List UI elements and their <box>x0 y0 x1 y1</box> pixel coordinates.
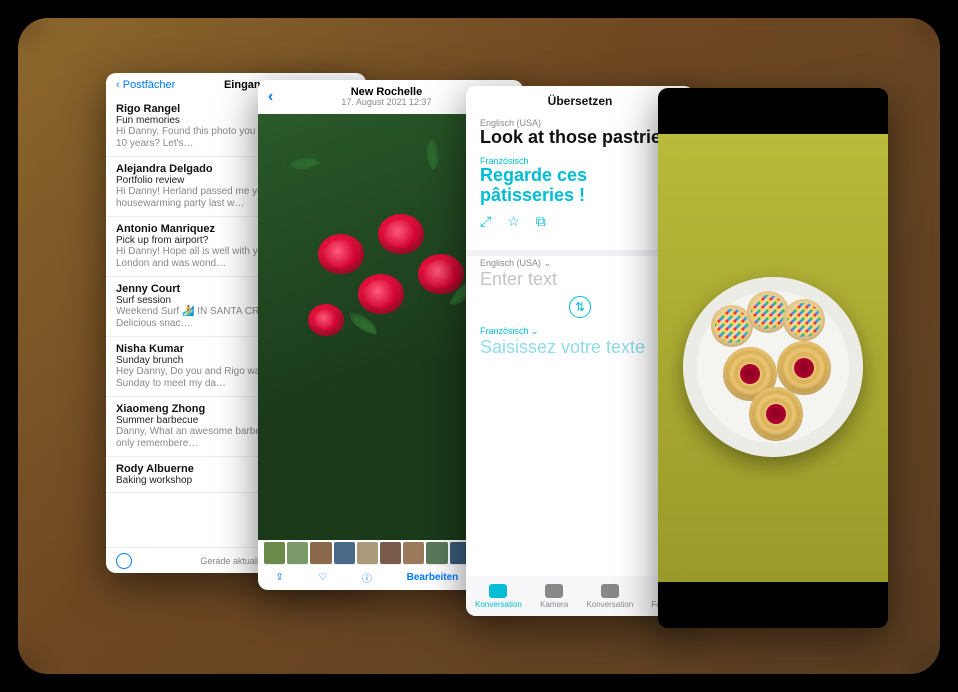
camera-icon <box>545 584 563 598</box>
chat-icon <box>489 584 507 598</box>
tab-label: Konversation <box>586 600 633 609</box>
photo-thumbnail[interactable] <box>310 542 331 564</box>
mail-back-label: Postfächer <box>123 79 176 91</box>
photo-thumbnail[interactable] <box>380 542 401 564</box>
mail-back-button[interactable]: ‹ Postfächer <box>116 79 175 91</box>
people-icon <box>601 584 619 598</box>
translate-title: Übersetzen <box>548 94 613 108</box>
tab-label: Kamera <box>540 600 568 609</box>
ipad-frame: ✉︎ Mail Eingang ‹ Postfächer Eingang Rig… <box>0 0 958 692</box>
share-icon[interactable]: ⇪ <box>275 572 283 583</box>
tab-label: Konversation <box>475 600 522 609</box>
source-text-input[interactable]: Enter text <box>480 269 680 290</box>
input-source-lang[interactable]: Englisch (USA) ⌄ 🎤︎ <box>480 258 680 269</box>
heart-icon[interactable]: ♡ <box>318 572 327 583</box>
edit-button[interactable]: Bearbeiten <box>407 572 459 583</box>
note-image[interactable] <box>658 134 888 582</box>
input-source-lang-label: Englisch (USA) <box>480 258 541 268</box>
tab-camera[interactable]: Kamera <box>540 584 568 609</box>
filter-icon[interactable] <box>116 553 132 569</box>
photo-thumbnail[interactable] <box>357 542 378 564</box>
photo-thumbnail[interactable] <box>403 542 424 564</box>
target-text-input[interactable]: Saisissez votre texte <box>480 337 680 358</box>
source-text-value: Look at those pastries! <box>480 127 677 147</box>
photo-thumbnail[interactable] <box>334 542 355 564</box>
copy-icon[interactable]: ⧉ <box>536 213 546 230</box>
tab-conversation2[interactable]: Konversation <box>586 584 633 609</box>
target-text-value: Regarde ces pâtisseries ! <box>480 165 587 205</box>
photo-thumbnail[interactable] <box>264 542 285 564</box>
chevron-left-icon: ‹ <box>116 79 123 91</box>
app-card-notes[interactable]: Notizen Baking Inspiration <box>658 88 888 628</box>
input-target-lang-label: Französisch <box>480 326 529 336</box>
input-target-lang[interactable]: Französisch ⌄ 🎤︎ <box>480 326 680 337</box>
target-text: Regarde ces pâtisseries ! <box>480 166 680 206</box>
photos-back-button[interactable]: ‹ <box>268 88 273 106</box>
plate <box>683 277 863 457</box>
source-text: Look at those pastries! <box>480 128 680 148</box>
info-icon[interactable]: ⓘ <box>362 570 372 585</box>
chevron-down-icon: ⌄ <box>531 326 539 336</box>
photo-date: 17. August 2021 12:37 <box>341 98 431 108</box>
swap-icon[interactable]: ⇅ <box>569 296 591 318</box>
expand-icon[interactable]: ⤢ <box>480 213 491 230</box>
photo-thumbnail[interactable] <box>287 542 308 564</box>
photo-thumbnail[interactable] <box>426 542 447 564</box>
tab-conversation[interactable]: Konversation <box>475 584 522 609</box>
home-screen-background: ✉︎ Mail Eingang ‹ Postfächer Eingang Rig… <box>18 18 940 674</box>
star-icon[interactable]: ☆ <box>507 213 520 230</box>
chevron-down-icon: ⌄ <box>544 258 552 268</box>
